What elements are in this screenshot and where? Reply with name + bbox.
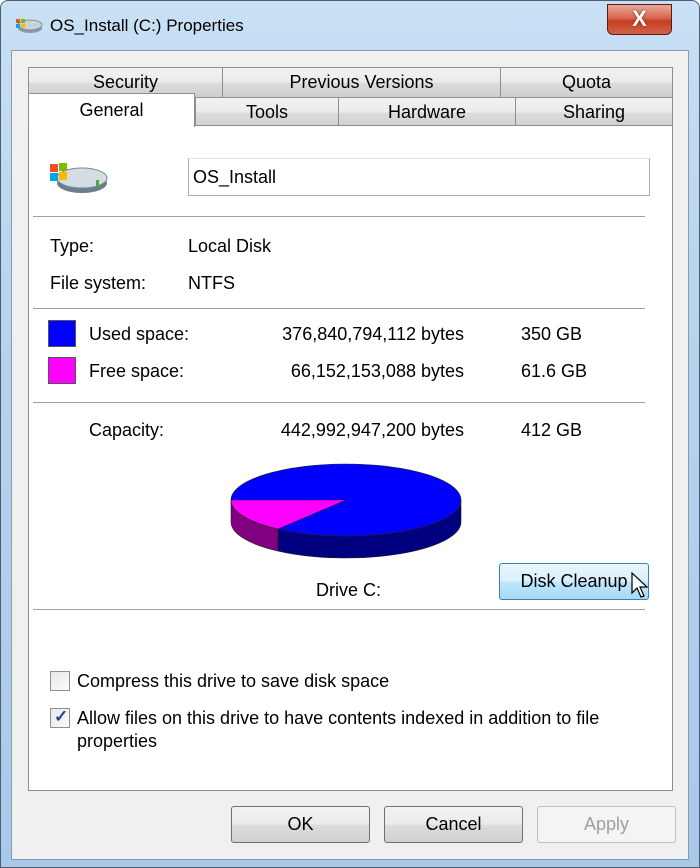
used-space-swatch (48, 320, 76, 347)
separator (33, 216, 645, 218)
capacity-size: 412 GB (521, 420, 583, 440)
separator (33, 402, 645, 404)
cancel-label: Cancel (425, 814, 482, 834)
index-checkbox[interactable]: ✓ (50, 707, 70, 728)
file-system-label: File system: (50, 273, 147, 293)
disk-cleanup-button[interactable]: Disk Cleanup (499, 563, 649, 600)
disk-cleanup-label: Disk Cleanup (520, 571, 628, 591)
drive-large-icon (46, 158, 110, 203)
general-content: Type: Local Disk File system: NTFS Used … (0, 0, 700, 868)
separator (33, 308, 645, 310)
compress-label: Compress this drive to save disk space (77, 671, 390, 691)
drive-label: Drive C: (316, 580, 382, 600)
ok-label: OK (287, 814, 314, 834)
used-space-bytes: 376,840,794,112 bytes (282, 324, 464, 344)
type-value: Local Disk (188, 236, 272, 256)
free-space-swatch (48, 357, 76, 384)
checkmark-icon: ✓ (54, 707, 69, 726)
used-space-size: 350 GB (521, 324, 583, 344)
cancel-button[interactable]: Cancel (384, 806, 523, 843)
compress-checkbox[interactable] (50, 671, 70, 691)
file-system-value: NTFS (188, 273, 235, 293)
separator (33, 609, 645, 611)
capacity-label: Capacity: (89, 420, 165, 440)
free-space-label: Free space: (89, 361, 185, 381)
type-label: Type: (50, 236, 95, 256)
ok-button[interactable]: OK (231, 806, 370, 843)
apply-button[interactable]: Apply (537, 806, 676, 843)
index-label-line1: Allow files on this drive to have conten… (77, 708, 600, 728)
capacity-bytes: 442,992,947,200 bytes (280, 420, 464, 440)
apply-label: Apply (583, 814, 630, 834)
free-space-size: 61.6 GB (521, 361, 588, 381)
used-space-label: Used space: (89, 324, 190, 344)
free-space-bytes: 66,152,153,088 bytes (290, 361, 464, 381)
disk-usage-pie-chart (226, 460, 466, 575)
mouse-pointer-icon (631, 571, 649, 605)
index-label-line2: properties (77, 731, 158, 751)
drive-name-input[interactable] (188, 158, 650, 196)
